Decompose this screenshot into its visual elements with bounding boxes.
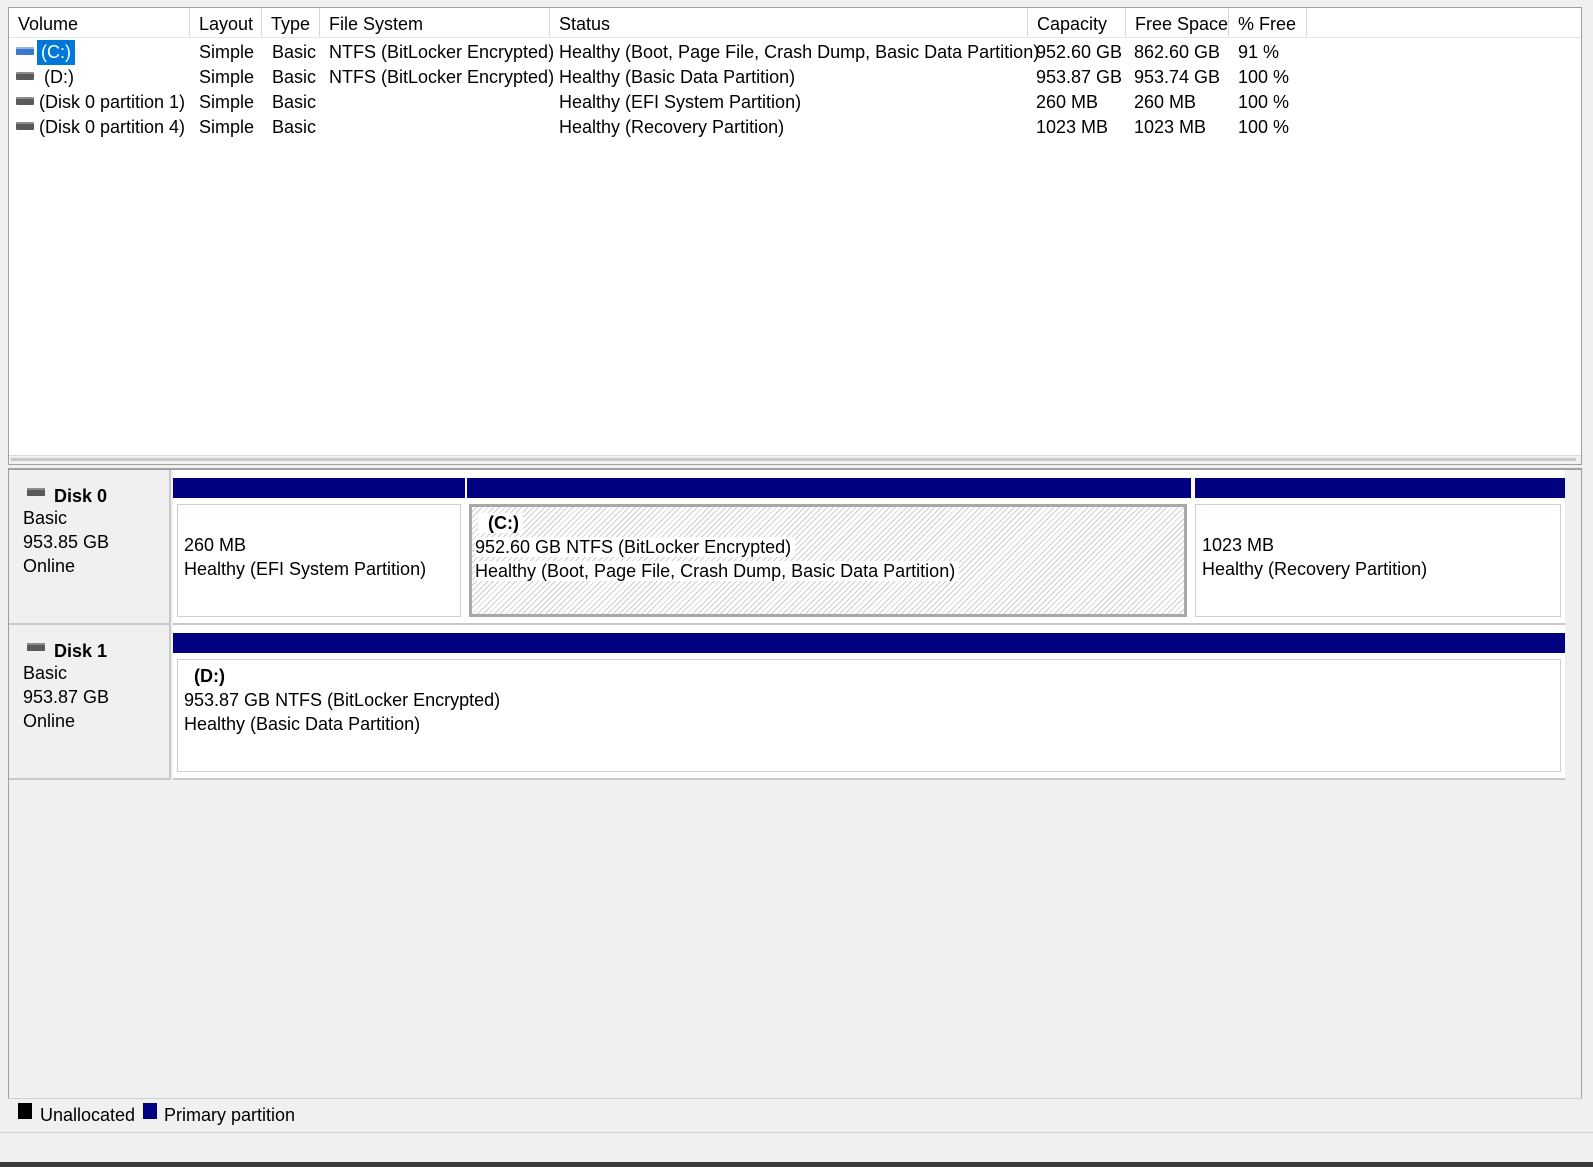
disk-management-window: Volume Layout Type File System Status Ca… — [0, 0, 1593, 1167]
column-header-type[interactable]: Type — [262, 8, 320, 37]
partition-body: 260 MB Healthy (EFI System Partition) — [177, 504, 461, 617]
type-cell: Basic — [272, 67, 317, 87]
capacity-cell: 260 MB — [1036, 92, 1099, 112]
volume-list[interactable]: Volume Layout Type File System Status Ca… — [8, 7, 1582, 465]
percent-free-cell: 100 % — [1238, 92, 1290, 112]
disk-state: Online — [23, 556, 76, 576]
type-cell: Basic — [272, 42, 317, 62]
partition-size: 260 MB — [184, 535, 247, 555]
window-bottom-edge — [0, 1162, 1593, 1167]
partition-status: Healthy (Basic Data Partition) — [184, 714, 421, 734]
layout-cell: Simple — [199, 42, 255, 62]
partition-title-text: (D:) — [194, 666, 225, 686]
capacity-cell: 1023 MB — [1036, 117, 1109, 137]
partition-size: 953.87 GB NTFS (BitLocker Encrypted) — [184, 690, 501, 710]
free-space-cell: 862.60 GB — [1134, 42, 1221, 62]
table-row[interactable]: (C:) Simple Basic NTFS (BitLocker Encryp… — [9, 40, 1581, 65]
primary-partition-bar — [173, 478, 465, 498]
disk-icon — [27, 488, 45, 496]
primary-partition-bar — [173, 633, 1565, 653]
percent-free-cell: 91 % — [1238, 42, 1280, 62]
status-cell: Healthy (Boot, Page File, Crash Dump, Ba… — [559, 42, 1040, 62]
volume-list-header: Volume Layout Type File System Status Ca… — [9, 8, 1581, 38]
layout-cell: Simple — [199, 117, 255, 137]
layout-cell: Simple — [199, 92, 255, 112]
volume-name: (D:) — [44, 67, 74, 87]
disk-map-pane[interactable]: Disk 0 Basic 953.85 GB Online 260 MB Hea… — [8, 468, 1582, 1128]
free-space-cell: 260 MB — [1134, 92, 1197, 112]
partition-status: Healthy (Recovery Partition) — [1202, 559, 1428, 579]
disk-0-partitions: 260 MB Healthy (EFI System Partition) (C… — [173, 470, 1565, 625]
file-system-cell: NTFS (BitLocker Encrypted) — [329, 42, 555, 62]
column-header-capacity[interactable]: Capacity — [1028, 8, 1126, 37]
file-system-cell: NTFS (BitLocker Encrypted) — [329, 67, 555, 87]
percent-free-cell: 100 % — [1238, 67, 1290, 87]
drive-icon — [16, 97, 34, 105]
capacity-cell: 952.60 GB — [1036, 42, 1123, 62]
legend-unallocated: Unallocated — [40, 1105, 136, 1125]
primary-partition-bar — [1195, 478, 1565, 498]
disk-state: Online — [23, 711, 76, 731]
partition-title: (C:) — [478, 513, 523, 533]
partition-efi[interactable]: 260 MB Healthy (EFI System Partition) — [173, 470, 465, 617]
legend-primary-partition: Primary partition — [164, 1105, 296, 1125]
horizontal-scrollbar[interactable] — [9, 455, 1581, 464]
type-cell: Basic — [272, 92, 317, 112]
disk-row-disk-0: Disk 0 Basic 953.85 GB Online 260 MB Hea… — [9, 470, 1581, 625]
partition-d[interactable]: (D:) 953.87 GB NTFS (BitLocker Encrypted… — [173, 625, 1565, 772]
primary-partition-bar — [467, 478, 1191, 498]
disk-label-disk-0[interactable]: Disk 0 Basic 953.85 GB Online — [9, 470, 171, 625]
legend: Unallocated Primary partition — [8, 1098, 1582, 1128]
column-header-layout[interactable]: Layout — [190, 8, 262, 37]
volume-name: (C:) — [37, 40, 75, 65]
partition-c[interactable]: (C:) 952.60 GB NTFS (BitLocker Encrypted… — [465, 470, 1191, 617]
scrollbar-thumb[interactable] — [11, 458, 1576, 461]
column-header-volume[interactable]: Volume — [9, 8, 190, 37]
disk-size: 953.85 GB — [23, 532, 110, 552]
status-cell: Healthy (Basic Data Partition) — [559, 67, 796, 87]
partition-body: 1023 MB Healthy (Recovery Partition) — [1195, 504, 1561, 617]
partition-body-selected: (C:) 952.60 GB NTFS (BitLocker Encrypted… — [469, 504, 1187, 617]
disk-name: Disk 0 — [54, 486, 108, 506]
table-row[interactable]: (D:) Simple Basic NTFS (BitLocker Encryp… — [9, 65, 1581, 90]
partition-status: Healthy (Boot, Page File, Crash Dump, Ba… — [475, 561, 960, 581]
column-header-file-system[interactable]: File System — [320, 8, 550, 37]
volume-name: (Disk 0 partition 4) — [39, 117, 186, 137]
partition-title: (D:) — [184, 664, 225, 688]
disk-name: Disk 1 — [54, 641, 108, 661]
disk-size: 953.87 GB — [23, 687, 110, 707]
table-row[interactable]: (Disk 0 partition 4) Simple Basic Health… — [9, 115, 1581, 140]
volume-name: (Disk 0 partition 1) — [39, 92, 186, 112]
column-header-free-space[interactable]: Free Space — [1126, 8, 1229, 37]
disk-type: Basic — [23, 508, 68, 528]
free-space-cell: 1023 MB — [1134, 117, 1207, 137]
disk-row-disk-1: Disk 1 Basic 953.87 GB Online (D:) 953.8… — [9, 625, 1581, 780]
status-cell: Healthy (Recovery Partition) — [559, 117, 785, 137]
window-right-edge — [1584, 0, 1593, 1132]
column-header-percent-free[interactable]: % Free — [1229, 8, 1307, 37]
disk-1-partitions: (D:) 953.87 GB NTFS (BitLocker Encrypted… — [173, 625, 1565, 780]
partition-status: Healthy (EFI System Partition) — [184, 559, 427, 579]
disk-label-disk-1[interactable]: Disk 1 Basic 953.87 GB Online — [9, 625, 171, 780]
disk-icon — [27, 643, 45, 651]
free-space-cell: 953.74 GB — [1134, 67, 1221, 87]
disk-type: Basic — [23, 663, 68, 683]
table-row[interactable]: (Disk 0 partition 1) Simple Basic Health… — [9, 90, 1581, 115]
partition-size: 1023 MB — [1202, 535, 1275, 555]
drive-icon — [16, 122, 34, 130]
percent-free-cell: 100 % — [1238, 117, 1290, 137]
column-header-status[interactable]: Status — [550, 8, 1028, 37]
layout-cell: Simple — [199, 67, 255, 87]
capacity-cell: 953.87 GB — [1036, 67, 1123, 87]
primary-partition-swatch — [143, 1103, 157, 1119]
partition-size: 952.60 GB NTFS (BitLocker Encrypted) — [475, 537, 796, 557]
drive-icon — [16, 72, 34, 80]
partition-recovery[interactable]: 1023 MB Healthy (Recovery Partition) — [1191, 470, 1565, 617]
type-cell: Basic — [272, 117, 317, 137]
status-cell: Healthy (EFI System Partition) — [559, 92, 802, 112]
unallocated-swatch — [18, 1103, 32, 1119]
partition-body: (D:) 953.87 GB NTFS (BitLocker Encrypted… — [177, 659, 1561, 772]
drive-icon — [16, 47, 34, 55]
